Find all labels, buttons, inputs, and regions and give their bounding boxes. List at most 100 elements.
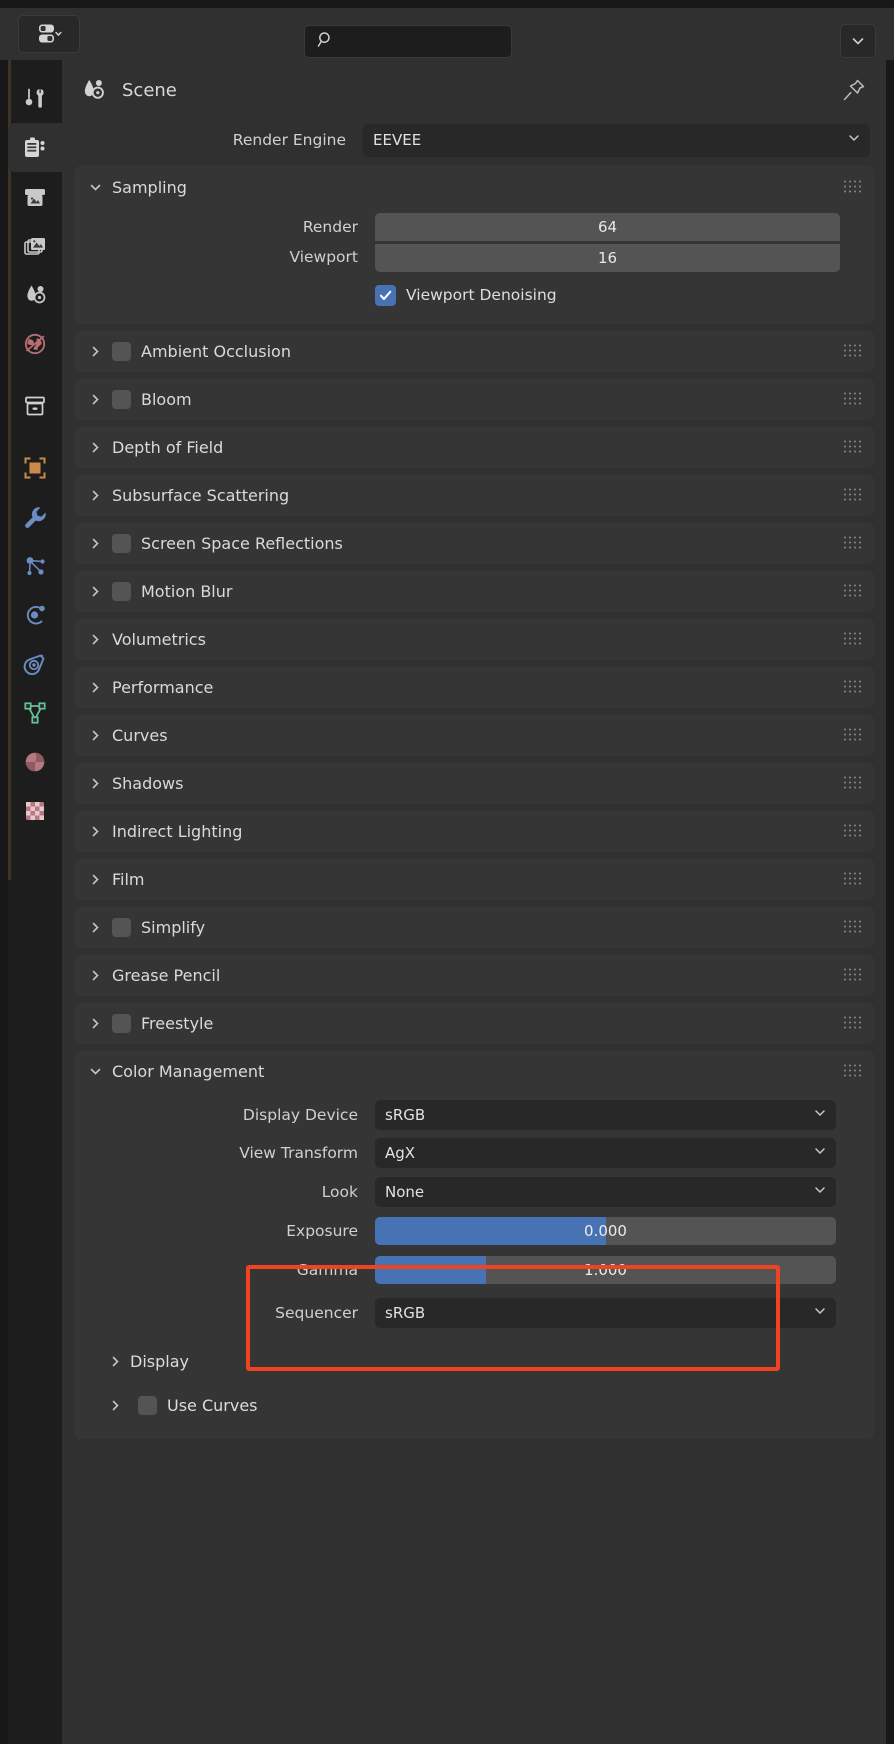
panel-depth-of-field-header[interactable]: Depth of Field [74, 426, 874, 468]
panel-freestyle-checkbox[interactable] [112, 1013, 131, 1033]
sidebar-item-view-layer[interactable] [8, 221, 62, 270]
panel-drag-grip[interactable] [844, 440, 862, 454]
sidebar-item-modifiers[interactable] [8, 492, 62, 541]
panel-drag-grip[interactable] [844, 488, 862, 502]
display-device-label: Display Device [242, 1106, 358, 1124]
search-box[interactable] [304, 25, 524, 58]
sampling-viewport-value: 16 [597, 249, 618, 267]
panel-drag-grip[interactable] [844, 632, 862, 646]
panel-freestyle-header[interactable]: Freestyle [74, 1002, 874, 1044]
display-device-dropdown[interactable]: sRGB [375, 1100, 836, 1130]
panel-drag-grip[interactable] [844, 536, 862, 550]
panel-shadows-header[interactable]: Shadows [74, 762, 874, 804]
exposure-slider[interactable]: 0.000 [375, 1216, 836, 1245]
use-curves-checkbox[interactable] [138, 1395, 157, 1415]
panel-drag-grip[interactable] [844, 344, 862, 358]
panel-ambient-occlusion-header[interactable]: Ambient Occlusion [74, 330, 874, 372]
gamma-slider[interactable]: 1.000 [375, 1255, 836, 1284]
panel-drag-grip[interactable] [844, 180, 862, 194]
viewport-denoising-checkbox[interactable] [375, 284, 396, 306]
viewport-denoising-row[interactable]: Viewport Denoising [74, 278, 874, 312]
sidebar-item-object-data[interactable] [8, 688, 62, 737]
panel-simplify-checkbox[interactable] [112, 917, 131, 937]
panel-motion-blur-title: Motion Blur [141, 581, 233, 601]
panel-motion-blur-checkbox[interactable] [112, 581, 131, 601]
editor-header [0, 8, 894, 60]
header-options-button[interactable] [840, 24, 876, 58]
properties-tab-rail [8, 60, 62, 1744]
sampling-render-value: 64 [597, 218, 618, 236]
panel-film-header[interactable]: Film [74, 858, 874, 900]
exposure-value: 0.000 [584, 1221, 627, 1240]
panel-drag-grip[interactable] [844, 680, 862, 694]
sidebar-item-world[interactable] [8, 319, 62, 368]
use-curves-subpanel-header[interactable]: Use Curves [74, 1387, 874, 1423]
panel-bloom-checkbox[interactable] [112, 389, 131, 409]
panel-curves-header[interactable]: Curves [74, 714, 874, 756]
panel-ambient-occlusion-checkbox[interactable] [112, 341, 131, 361]
chevron-down-icon [813, 1106, 827, 1124]
chevron-down-icon [847, 131, 861, 149]
view-transform-dropdown[interactable]: AgX [375, 1138, 836, 1168]
exposure-slider-fill [375, 1216, 606, 1245]
panel-screen-space-reflections: Screen Space Reflections [74, 522, 874, 564]
panel-sampling-header[interactable]: Sampling [74, 166, 874, 208]
panel-color-management-header[interactable]: Color Management [74, 1050, 874, 1092]
look-value: None [385, 1182, 425, 1201]
sampling-render-input[interactable]: 64 [375, 213, 840, 241]
panel-drag-grip[interactable] [844, 920, 862, 934]
sequencer-value: sRGB [385, 1304, 426, 1322]
panel-drag-grip[interactable] [844, 392, 862, 406]
panel-bloom-header[interactable]: Bloom [74, 378, 874, 420]
panel-drag-grip[interactable] [844, 872, 862, 886]
panel-drag-grip[interactable] [844, 584, 862, 598]
sidebar-item-object[interactable] [8, 443, 62, 492]
panel-screen-space-reflections-checkbox[interactable] [112, 533, 131, 553]
panel-grease-pencil-header[interactable]: Grease Pencil [74, 954, 874, 996]
sidebar-item-collection[interactable] [8, 381, 62, 430]
sidebar-item-object-constraints[interactable] [8, 639, 62, 688]
sidebar-item-material[interactable] [8, 737, 62, 786]
panel-performance-header[interactable]: Performance [74, 666, 874, 708]
sidebar-item-render[interactable] [8, 123, 62, 172]
chevron-down-icon [813, 1144, 827, 1162]
object-square-icon [24, 457, 46, 478]
panel-drag-grip[interactable] [844, 776, 862, 790]
display-subpanel-header[interactable]: Display [74, 1343, 874, 1379]
sidebar-item-output[interactable] [8, 172, 62, 221]
panel-screen-space-reflections-header[interactable]: Screen Space Reflections [74, 522, 874, 564]
panel-volumetrics-title: Volumetrics [112, 629, 206, 649]
pin-button[interactable] [840, 76, 868, 104]
panel-drag-grip[interactable] [844, 824, 862, 838]
panel-volumetrics: Volumetrics [74, 618, 874, 660]
panel-performance: Performance [74, 666, 874, 708]
panel-subsurface-scattering-header[interactable]: Subsurface Scattering [74, 474, 874, 516]
panel-drag-grip[interactable] [844, 1016, 862, 1030]
search-input[interactable] [334, 33, 524, 50]
panel-drag-grip[interactable] [844, 728, 862, 742]
material-sphere-icon [25, 752, 45, 771]
panel-drag-grip[interactable] [844, 1064, 862, 1078]
sidebar-item-particles[interactable] [8, 541, 62, 590]
panel-volumetrics-header[interactable]: Volumetrics [74, 618, 874, 660]
panel-freestyle-title: Freestyle [141, 1013, 214, 1033]
panel-bloom-title: Bloom [141, 389, 192, 409]
sequencer-dropdown[interactable]: sRGB [375, 1298, 836, 1328]
sidebar-item-texture[interactable] [8, 786, 62, 835]
render-engine-dropdown[interactable]: EEVEE [363, 123, 870, 157]
panel-drag-grip[interactable] [844, 968, 862, 982]
panel-indirect-lighting-header[interactable]: Indirect Lighting [74, 810, 874, 852]
panel-color-management-title: Color Management [112, 1061, 265, 1081]
tool-icon [25, 88, 44, 108]
sampling-render-label: Render [302, 218, 358, 236]
sidebar-item-physics[interactable] [8, 590, 62, 639]
sampling-viewport-input[interactable]: 16 [375, 244, 840, 272]
panel-simplify-header[interactable]: Simplify [74, 906, 874, 948]
look-dropdown[interactable]: None [375, 1176, 836, 1207]
sidebar-item-scene[interactable] [8, 270, 62, 319]
sidebar-item-tool[interactable] [8, 74, 62, 123]
editor-type-selector[interactable] [18, 15, 80, 53]
panel-motion-blur-header[interactable]: Motion Blur [74, 570, 874, 612]
display-device-row: Display Device sRGB [74, 1096, 874, 1134]
panel-indirect-lighting-title: Indirect Lighting [112, 821, 243, 841]
